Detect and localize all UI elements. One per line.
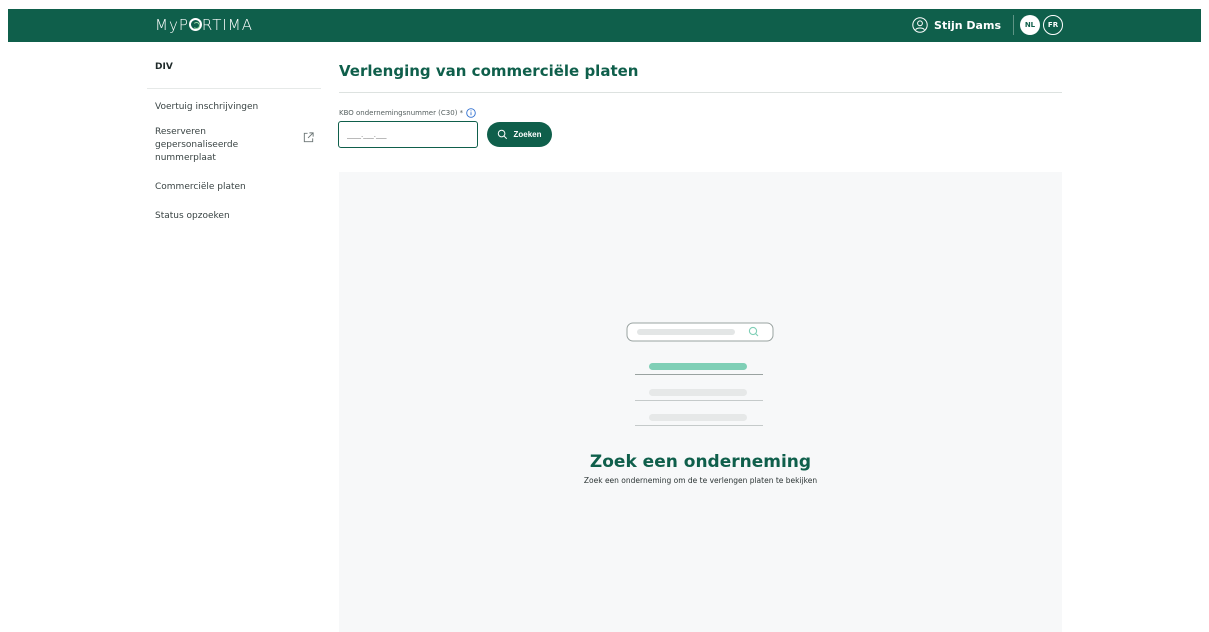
sidebar-item-commerciele-platen[interactable]: Commerciële platen bbox=[147, 181, 321, 194]
myportima-logo[interactable]: MyP RTIMA bbox=[155, 16, 253, 34]
header-divider bbox=[1013, 15, 1014, 35]
search-icon bbox=[498, 129, 508, 140]
user-menu[interactable]: Stijn Dams bbox=[912, 17, 1001, 33]
top-navigation-bar: MyP RTIMA Stijn Dams NL FR bbox=[8, 9, 1201, 42]
search-button[interactable]: Zoeken bbox=[487, 122, 552, 147]
user-name: Stijn Dams bbox=[934, 18, 1001, 32]
empty-state-panel: Zoek een onderneming Zoek een ondernemin… bbox=[339, 172, 1062, 632]
user-avatar-icon bbox=[912, 17, 928, 33]
kbo-field-label: KBO ondernemingsnummer (C30) * bbox=[339, 108, 476, 118]
sidebar-item-status-opzoeken[interactable]: Status opzoeken bbox=[147, 210, 321, 223]
title-divider bbox=[339, 92, 1062, 93]
sidebar-item-voertuig-inschrijvingen[interactable]: Voertuig inschrijvingen bbox=[147, 101, 321, 114]
empty-state-title: Zoek een onderneming bbox=[589, 452, 812, 472]
sidebar-divider bbox=[147, 88, 321, 89]
language-nl-button[interactable]: NL bbox=[1020, 15, 1040, 35]
logo-text-right: RTIMA bbox=[201, 16, 253, 34]
external-link-icon bbox=[303, 132, 314, 143]
empty-state-subtitle: Zoek een onderneming om de te verlengen … bbox=[583, 476, 818, 485]
page-title: Verlenging van commerciële platen bbox=[339, 62, 639, 80]
search-illustration bbox=[626, 322, 774, 426]
logo-ring-icon bbox=[188, 18, 202, 31]
sidebar-heading: DIV bbox=[155, 62, 173, 72]
main-content: Verlenging van commerciële platen KBO on… bbox=[338, 62, 1062, 632]
kbo-number-input[interactable] bbox=[338, 121, 478, 148]
sidebar-item-reserveren-nummerplaat[interactable]: Reserveren gepersonaliseerde nummerplaat bbox=[147, 126, 321, 165]
language-switcher: NL FR bbox=[1020, 15, 1063, 35]
search-button-label: Zoeken bbox=[513, 130, 542, 139]
sidebar-item-label: Reserveren gepersonaliseerde nummerplaat bbox=[155, 127, 239, 163]
language-fr-button[interactable]: FR bbox=[1043, 15, 1063, 35]
info-icon[interactable] bbox=[466, 108, 476, 118]
sidebar: DIV Voertuig inschrijvingen Reserveren g… bbox=[147, 62, 321, 223]
logo-text-left: MyP bbox=[155, 16, 189, 34]
kbo-label-text: KBO ondernemingsnummer (C30) * bbox=[339, 109, 464, 117]
